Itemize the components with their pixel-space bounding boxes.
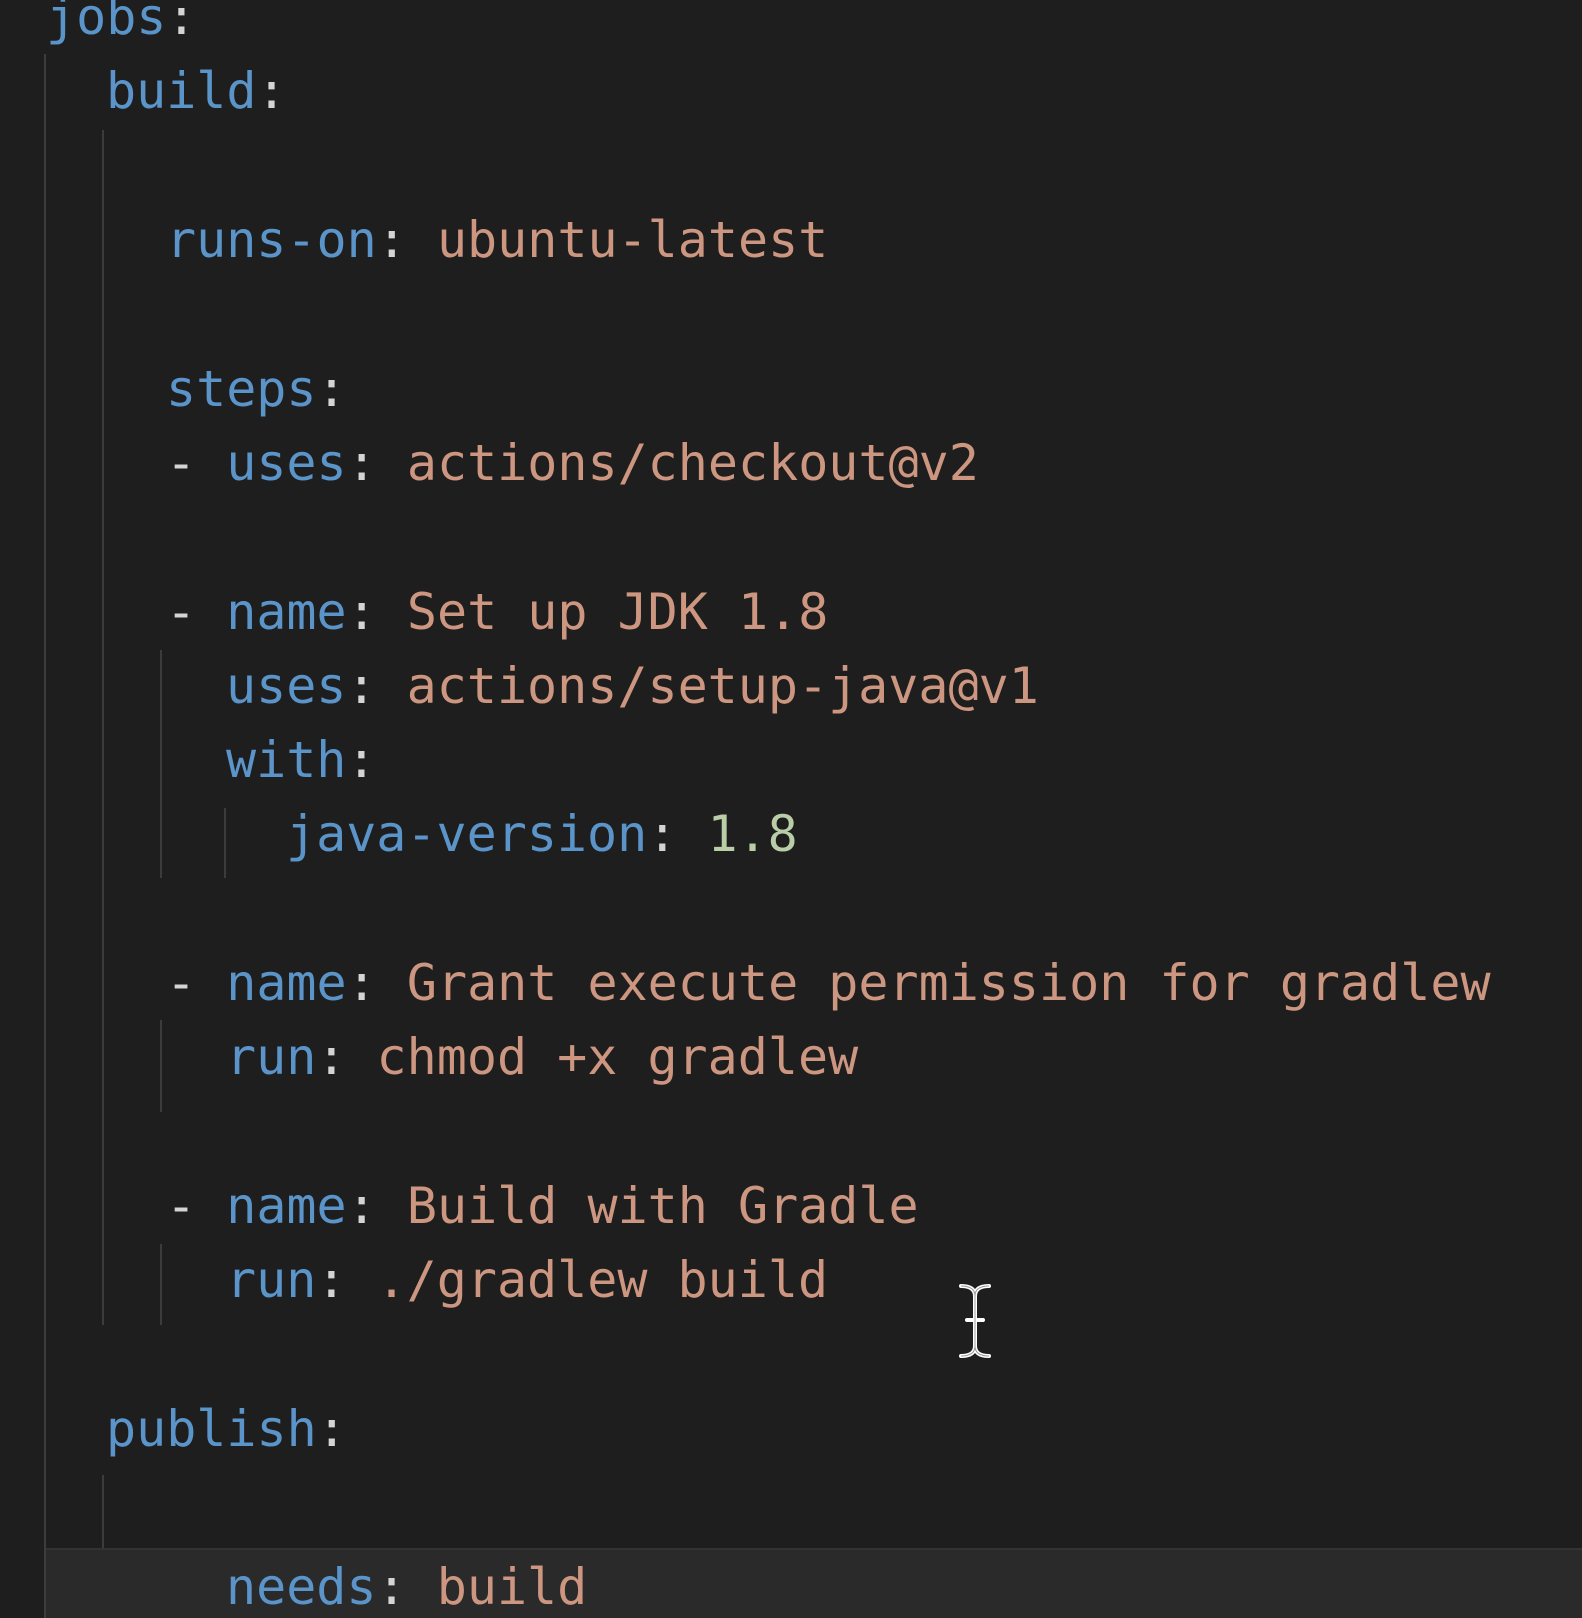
yaml-colon: : <box>166 0 197 46</box>
yaml-value: actions/setup-java@v1 <box>406 657 1039 715</box>
yaml-key: uses <box>226 434 347 492</box>
yaml-key: run <box>226 1028 317 1086</box>
indent-guide <box>44 54 46 1618</box>
yaml-colon: : <box>316 360 347 418</box>
yaml-value: chmod +x gradlew <box>376 1028 859 1086</box>
yaml-colon: : <box>346 583 377 641</box>
indent-guide <box>160 650 162 878</box>
yaml-value: Build with Gradle <box>406 1177 919 1235</box>
yaml-key: steps <box>166 360 317 418</box>
yaml-colon: : <box>376 211 407 269</box>
yaml-key: name <box>226 583 347 641</box>
yaml-value: Set up JDK 1.8 <box>406 583 829 641</box>
code-line-with[interactable]: with: <box>226 723 377 797</box>
yaml-value: build <box>436 1558 588 1616</box>
yaml-colon: : <box>376 1558 407 1616</box>
yaml-colon: : <box>647 805 678 863</box>
yaml-colon: : <box>346 434 377 492</box>
code-line-name-build-gradle[interactable]: - name: Build with Gradle <box>166 1169 919 1243</box>
yaml-colon: : <box>316 1028 347 1086</box>
code-line-run-chmod[interactable]: run: chmod +x gradlew <box>226 1020 858 1094</box>
yaml-value: Grant execute permission for gradlew <box>406 954 1491 1012</box>
code-line-name-setup-jdk[interactable]: - name: Set up JDK 1.8 <box>166 575 828 649</box>
code-line-publish[interactable]: publish: <box>106 1392 347 1466</box>
text-cursor-icon <box>959 1284 991 1358</box>
code-line-build[interactable]: build: <box>106 54 287 128</box>
yaml-colon: : <box>316 1400 347 1458</box>
code-line-needs[interactable]: needs: build <box>46 1548 1582 1618</box>
yaml-key: run <box>226 1251 317 1309</box>
yaml-number: 1.8 <box>707 805 798 863</box>
yaml-key: with <box>226 731 347 789</box>
yaml-dash: - <box>166 434 197 492</box>
yaml-key: name <box>226 1177 347 1235</box>
yaml-key: uses <box>226 657 347 715</box>
yaml-colon: : <box>316 1251 347 1309</box>
yaml-key: name <box>226 954 347 1012</box>
code-line-runs-on[interactable]: runs-on: ubuntu-latest <box>166 203 828 277</box>
yaml-value: ubuntu-latest <box>436 211 829 269</box>
code-line-uses-checkout[interactable]: - uses: actions/checkout@v2 <box>166 426 979 500</box>
yaml-dash: - <box>166 583 197 641</box>
yaml-colon: : <box>346 1177 377 1235</box>
yaml-dash: - <box>166 1177 197 1235</box>
indent-guide <box>160 1020 162 1112</box>
indent-guide <box>160 1244 162 1325</box>
yaml-colon: : <box>256 62 287 120</box>
yaml-key: jobs <box>46 0 167 46</box>
yaml-dash: - <box>166 954 197 1012</box>
yaml-colon: : <box>346 954 377 1012</box>
indent-guide <box>224 808 226 878</box>
code-line-uses-setup-java[interactable]: uses: actions/setup-java@v1 <box>226 649 1039 723</box>
code-editor[interactable]: jobs: build: runs-on: ubuntu-latest step… <box>0 0 1582 1618</box>
code-line-run-gradlew-build[interactable]: run: ./gradlew build <box>226 1243 828 1317</box>
yaml-key: java-version <box>286 805 648 863</box>
yaml-key: publish <box>106 1400 317 1458</box>
yaml-value: ./gradlew build <box>376 1251 829 1309</box>
code-line-java-version[interactable]: java-version: 1.8 <box>286 797 798 871</box>
yaml-colon: : <box>346 731 377 789</box>
yaml-key: runs-on <box>166 211 377 269</box>
code-line-name-grant-execute[interactable]: - name: Grant execute permission for gra… <box>166 946 1491 1020</box>
code-line-steps[interactable]: steps: <box>166 352 347 426</box>
code-line-jobs[interactable]: jobs: <box>46 0 197 54</box>
yaml-key: build <box>106 62 257 120</box>
yaml-value: actions/checkout@v2 <box>406 434 979 492</box>
indent-guide <box>102 130 104 1325</box>
yaml-colon: : <box>346 657 377 715</box>
yaml-key: needs <box>226 1558 377 1616</box>
